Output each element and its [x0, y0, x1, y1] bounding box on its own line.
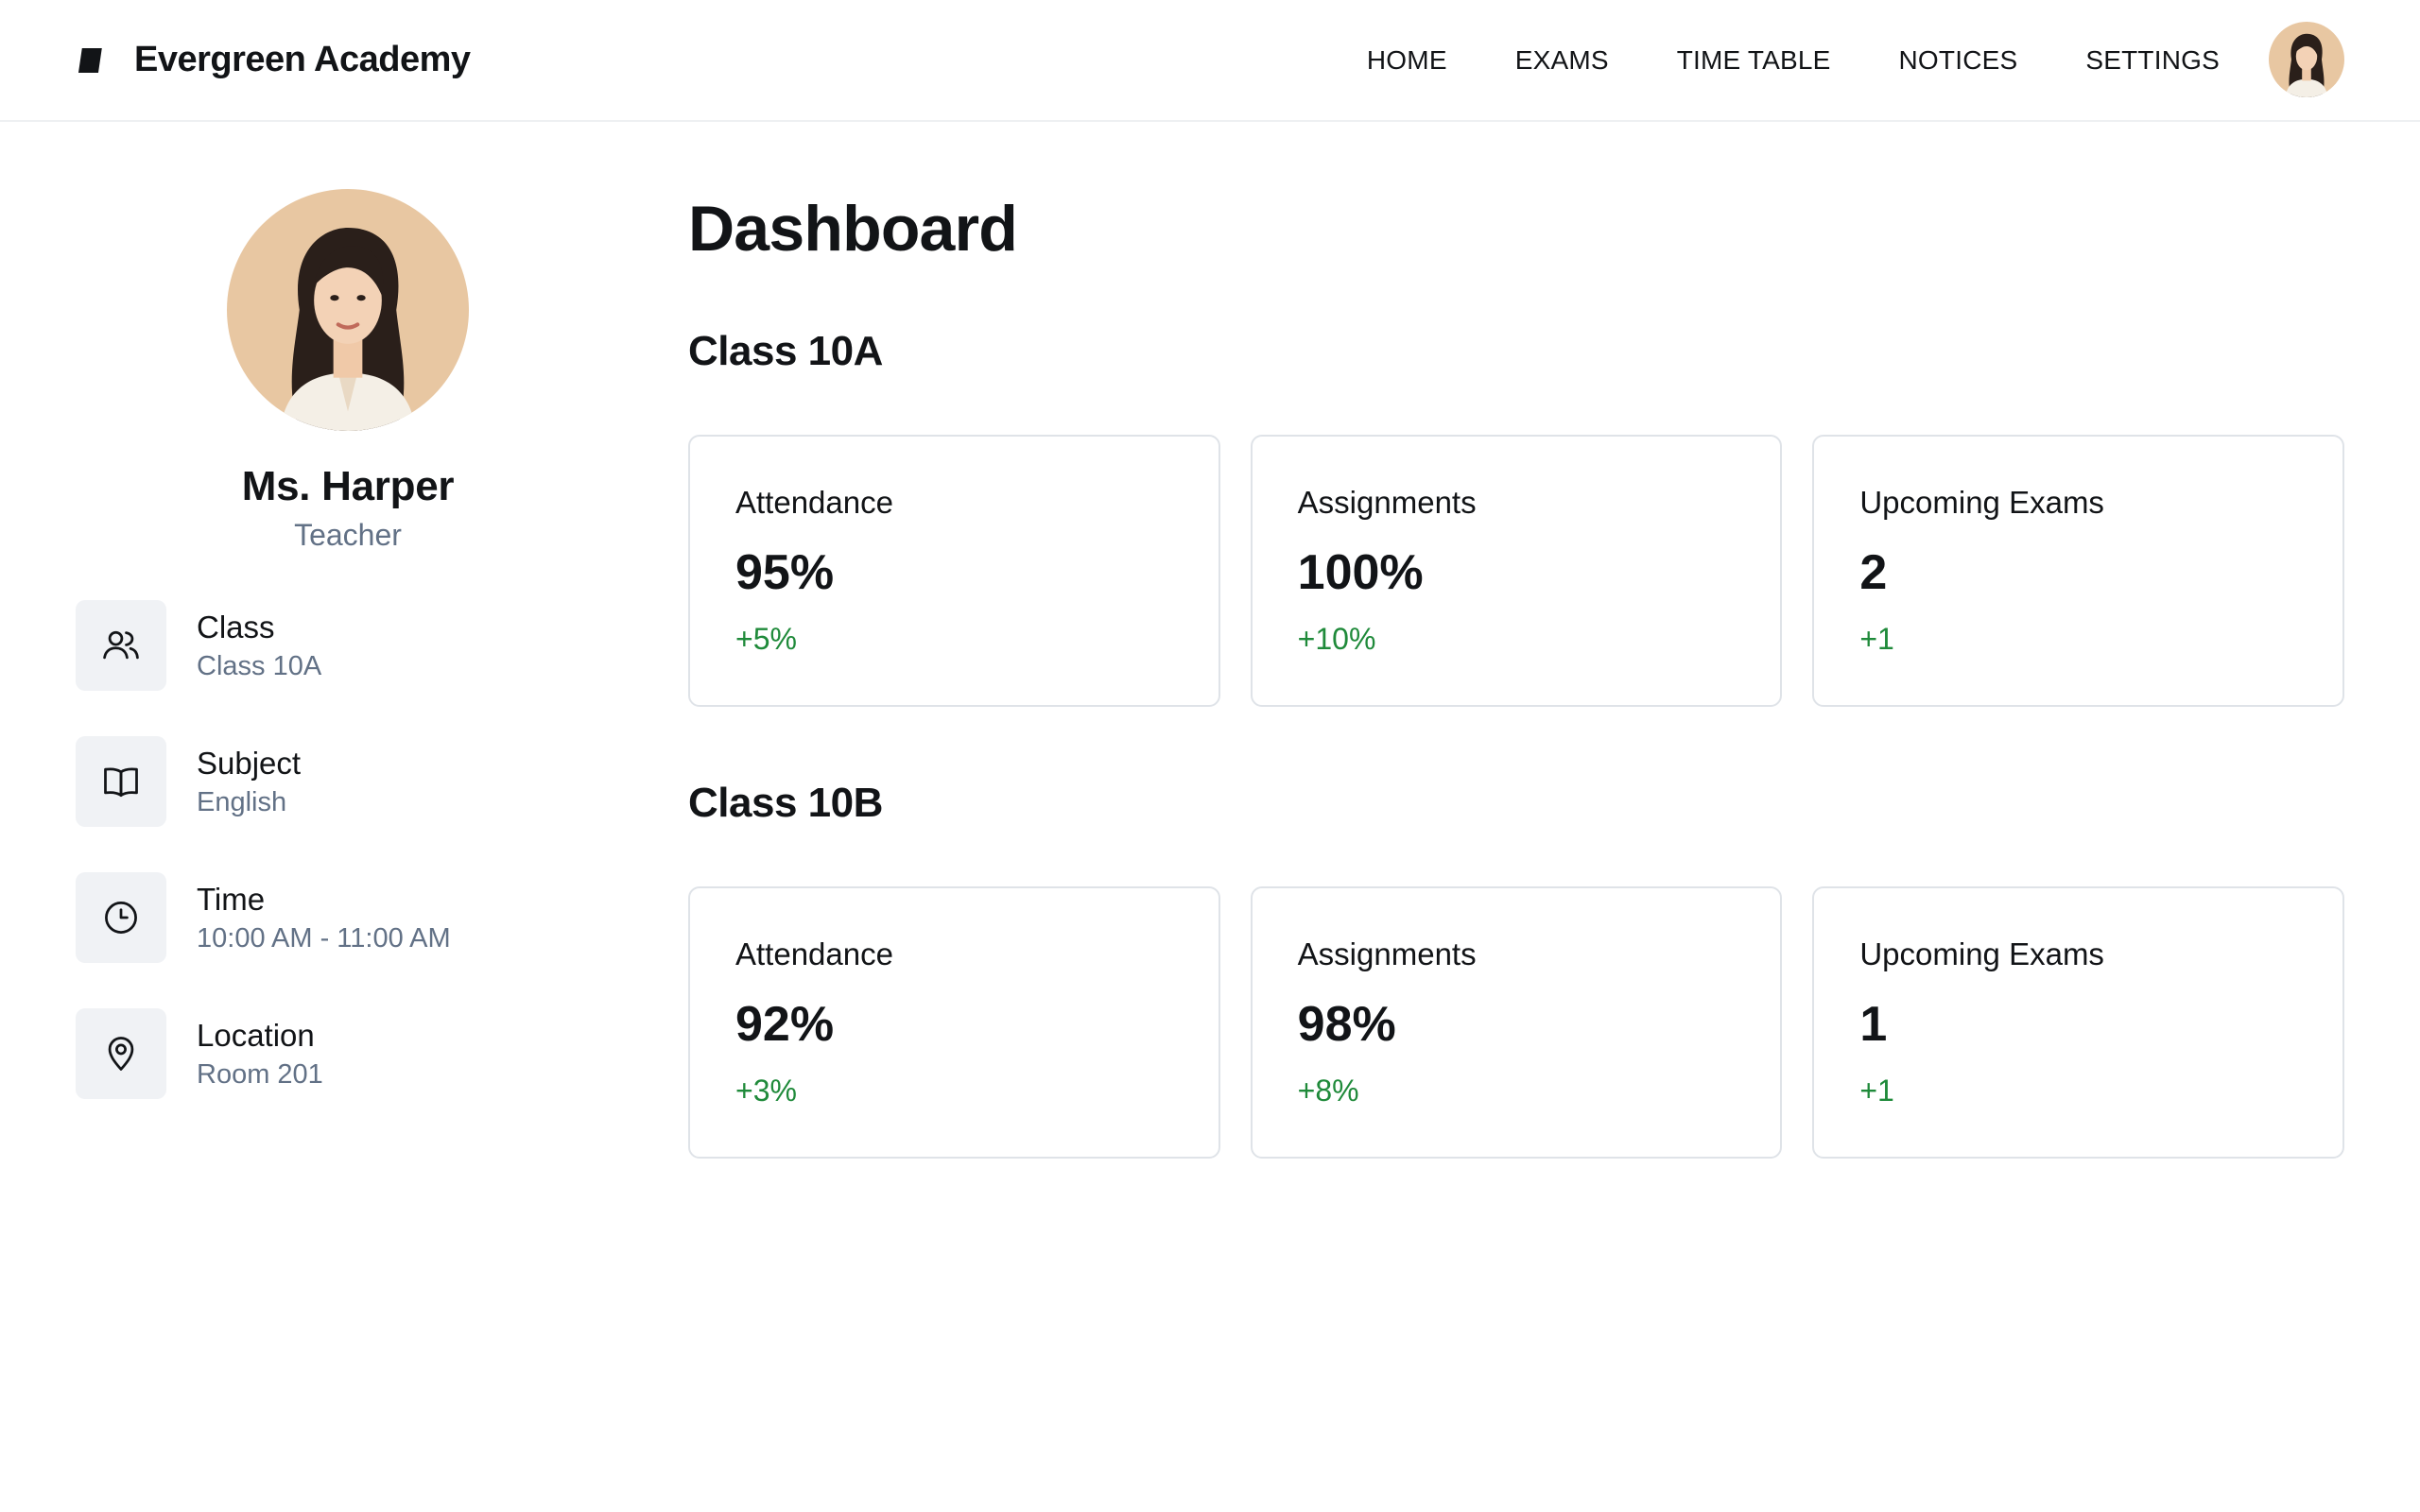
- brand-name: Evergreen Academy: [134, 40, 471, 79]
- location-pin-icon: [108, 1037, 134, 1071]
- class-title: Class 10B: [688, 780, 883, 826]
- detail-class: Class Class 10A: [76, 600, 620, 691]
- detail-icon-box: [76, 872, 166, 963]
- stat-label: Attendance: [735, 485, 893, 520]
- detail-icon-box: [76, 736, 166, 827]
- teacher-role: Teacher: [294, 518, 402, 552]
- page-title: Dashboard: [688, 193, 1018, 265]
- book-icon: [104, 767, 138, 798]
- avatar-portrait-icon: [2269, 22, 2344, 97]
- profile-avatar: [227, 189, 469, 431]
- class-section-10a: Class 10A Attendance 95% +5% Assignments…: [688, 327, 2345, 707]
- stat-label: Upcoming Exams: [1859, 485, 2104, 520]
- stat-cards: Attendance 92% +3% Assignments 98% +8% U…: [688, 886, 2345, 1159]
- stat-label: Assignments: [1297, 936, 1477, 971]
- nav-settings[interactable]: SETTINGS: [2085, 45, 2220, 76]
- detail-value: English: [197, 786, 287, 817]
- detail-label: Location: [197, 1017, 315, 1053]
- stat-delta: +1: [1859, 1074, 1894, 1108]
- stat-cards: Attendance 95% +5% Assignments 100% +10%…: [688, 435, 2345, 707]
- stat-value: 92%: [735, 997, 835, 1052]
- stat-card-upcoming-exams[interactable]: Upcoming Exams 2 +1: [1812, 435, 2345, 707]
- detail-value: 10:00 AM - 11:00 AM: [197, 922, 451, 954]
- nav-notices[interactable]: NOTICES: [1899, 45, 2018, 76]
- teacher-portrait-icon: [227, 189, 469, 431]
- detail-subject: Subject English: [76, 736, 620, 827]
- detail-label: Class: [197, 609, 275, 644]
- stat-card-attendance[interactable]: Attendance 92% +3%: [688, 886, 1220, 1159]
- teacher-name: Ms. Harper: [241, 463, 455, 509]
- stat-delta: +1: [1859, 622, 1894, 656]
- stat-label: Assignments: [1297, 485, 1477, 520]
- detail-icon-box: [76, 1008, 166, 1099]
- stat-card-assignments[interactable]: Assignments 100% +10%: [1250, 435, 1783, 707]
- main-nav: HOME EXAMS TIME TABLE NOTICES SETTINGS: [1367, 0, 2220, 120]
- stat-value: 1: [1859, 997, 1888, 1052]
- stat-value: 98%: [1297, 997, 1396, 1052]
- stat-card-upcoming-exams[interactable]: Upcoming Exams 1 +1: [1812, 886, 2345, 1159]
- profile-sidebar: Ms. Harper Teacher Class Class 10A Subje…: [76, 189, 620, 1099]
- detail-time: Time 10:00 AM - 11:00 AM: [76, 872, 620, 963]
- stat-label: Attendance: [735, 936, 893, 971]
- detail-icon-box: [76, 600, 166, 691]
- stat-card-attendance[interactable]: Attendance 95% +5%: [688, 435, 1220, 707]
- detail-value: Room 201: [197, 1058, 323, 1090]
- stat-card-assignments[interactable]: Assignments 98% +8%: [1250, 886, 1783, 1159]
- stat-delta: +8%: [1297, 1074, 1359, 1108]
- stat-delta: +5%: [735, 622, 797, 656]
- class-section-10b: Class 10B Attendance 92% +3% Assignments…: [688, 779, 2345, 1159]
- brand-link[interactable]: Evergreen Academy: [76, 0, 471, 120]
- detail-value: Class 10A: [197, 650, 322, 681]
- nav-home[interactable]: HOME: [1367, 45, 1447, 76]
- teacher-details: Class Class 10A Subject English Time 10:…: [76, 600, 620, 1099]
- academy-logo-icon: [78, 47, 102, 73]
- detail-label: Time: [197, 881, 266, 917]
- dashboard-main: Dashboard Class 10A Attendance 95% +5% A…: [688, 189, 2345, 1159]
- users-icon: [103, 630, 139, 660]
- stat-label: Upcoming Exams: [1859, 936, 2104, 971]
- clock-icon: [105, 902, 137, 934]
- class-title: Class 10A: [688, 328, 883, 374]
- detail-location: Location Room 201: [76, 1008, 620, 1099]
- stat-delta: +10%: [1297, 622, 1376, 656]
- top-header: Evergreen Academy HOME EXAMS TIME TABLE …: [0, 0, 2420, 122]
- nav-exams[interactable]: EXAMS: [1515, 45, 1609, 76]
- stat-value: 95%: [735, 545, 835, 600]
- user-avatar[interactable]: [2269, 22, 2344, 97]
- detail-label: Subject: [197, 745, 302, 781]
- nav-time-table[interactable]: TIME TABLE: [1677, 45, 1831, 76]
- stat-value: 2: [1859, 545, 1888, 600]
- stat-value: 100%: [1297, 545, 1424, 600]
- stat-delta: +3%: [735, 1074, 797, 1108]
